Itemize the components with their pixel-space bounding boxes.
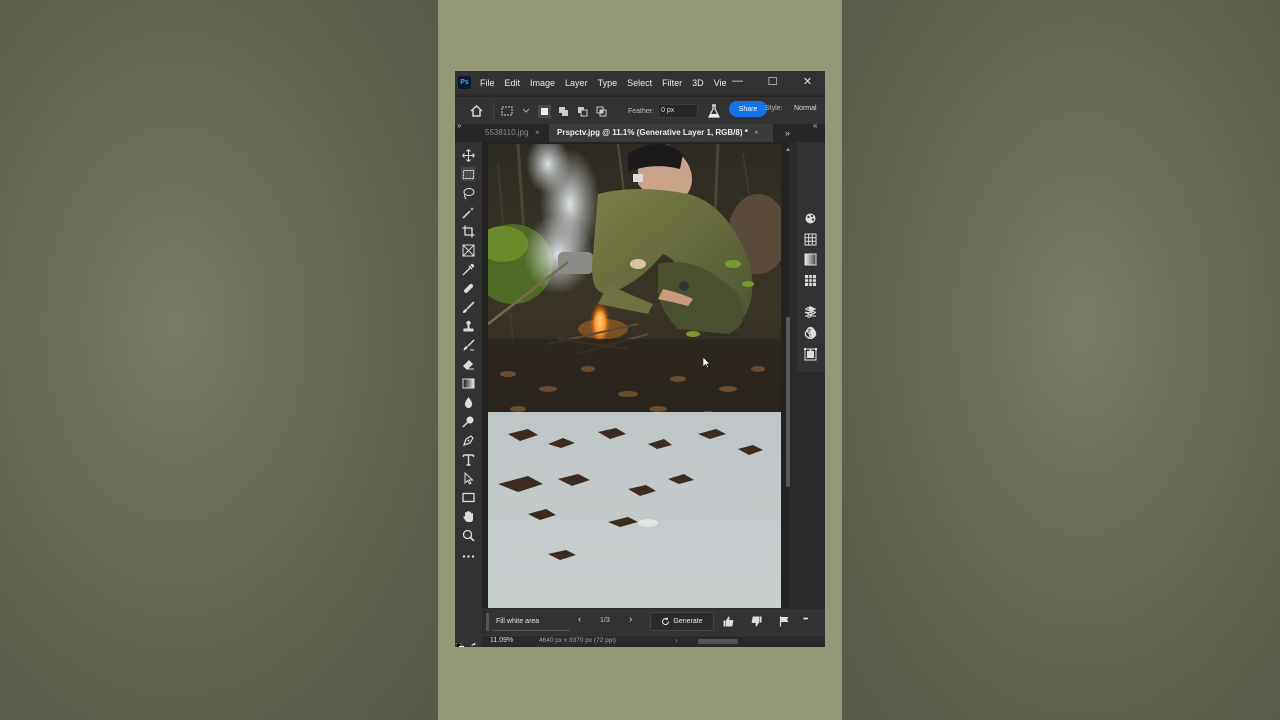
- photoshop-window: Ps File Edit Image Layer Type Select Fil…: [455, 71, 825, 647]
- more-options-icon[interactable]: •••: [803, 616, 808, 623]
- style-dropdown[interactable]: Normal: [794, 105, 817, 112]
- thumbs-down-icon[interactable]: [751, 616, 762, 627]
- home-icon[interactable]: [465, 105, 487, 117]
- scrollbar-thumb[interactable]: [786, 317, 790, 487]
- brush-tool-icon[interactable]: [461, 300, 475, 314]
- tab-active-document[interactable]: Prspctv.jpg @ 11.1% (Generative Layer 1,…: [549, 124, 773, 142]
- status-menu-arrow-icon[interactable]: ›: [675, 636, 678, 645]
- dodge-tool-icon[interactable]: [461, 414, 475, 428]
- new-selection-icon[interactable]: [538, 104, 551, 118]
- tab-inactive-document[interactable]: 5538110.jpg: [485, 124, 528, 142]
- rectangle-tool-icon[interactable]: [461, 490, 475, 504]
- clone-stamp-tool-icon[interactable]: [461, 319, 475, 333]
- share-button[interactable]: Share: [729, 101, 767, 117]
- report-flag-icon[interactable]: [779, 616, 790, 627]
- scroll-up-icon[interactable]: ▲: [785, 147, 791, 153]
- status-bar: 11.09% 4640 px x 8370 px (72 ppi) ›: [482, 635, 825, 647]
- move-tool-icon[interactable]: [461, 148, 475, 162]
- subtract-selection-icon[interactable]: [576, 105, 589, 118]
- photo-canvas-image[interactable]: [488, 144, 781, 608]
- style-label: Style:: [765, 105, 783, 112]
- feather-label: Feather:: [628, 107, 655, 115]
- gradients-icon[interactable]: [804, 253, 817, 266]
- background-left: [0, 0, 438, 720]
- menu-file[interactable]: File: [480, 78, 495, 88]
- photoshop-logo: Ps: [458, 76, 471, 89]
- menu-select[interactable]: Select: [627, 78, 652, 88]
- menu-3d[interactable]: 3D: [692, 78, 704, 88]
- eyedropper-tool-icon[interactable]: [461, 262, 475, 276]
- magic-wand-tool-icon[interactable]: [461, 205, 475, 219]
- horizontal-scrollbar-thumb[interactable]: [698, 639, 738, 644]
- type-tool-icon[interactable]: [461, 452, 475, 466]
- mouse-cursor-icon: [702, 356, 711, 369]
- document-tabs: 5538110.jpg × Prspctv.jpg @ 11.1% (Gener…: [455, 124, 825, 142]
- properties-icon[interactable]: [804, 306, 817, 319]
- maximize-button[interactable]: ☐: [755, 71, 790, 91]
- menu-bar: Ps File Edit Image Layer Type Select Fil…: [455, 71, 825, 94]
- close-tab-icon[interactable]: ×: [535, 124, 540, 142]
- blur-tool-icon[interactable]: [461, 395, 475, 409]
- menu-edit[interactable]: Edit: [505, 78, 521, 88]
- menu-layer[interactable]: Layer: [565, 78, 588, 88]
- crop-tool-icon[interactable]: [461, 224, 475, 238]
- vertical-scrollbar[interactable]: ▲: [785, 147, 791, 607]
- color-wheel-icon[interactable]: [804, 212, 817, 225]
- divider: [493, 103, 494, 119]
- path-selection-tool-icon[interactable]: [461, 471, 475, 485]
- next-variation-icon[interactable]: ›: [629, 614, 632, 625]
- generate-button[interactable]: Generate: [650, 612, 714, 631]
- thumbs-up-icon[interactable]: [723, 616, 734, 627]
- collapse-toolbar-icon[interactable]: »: [457, 121, 461, 130]
- close-button[interactable]: ✕: [790, 71, 825, 91]
- marquee-preset-icon[interactable]: [500, 105, 513, 118]
- flask-icon[interactable]: [708, 104, 721, 118]
- previous-variation-icon[interactable]: ‹: [578, 614, 581, 625]
- zoom-level[interactable]: 11.09%: [490, 637, 513, 644]
- generative-fill-bar: Fill white area ‹ 1/3 › Generate •••: [486, 609, 825, 635]
- document-size: 4640 px x 8370 px (72 ppi): [539, 637, 616, 644]
- window-controls: — ☐ ✕: [720, 71, 825, 91]
- generative-prompt-input[interactable]: Fill white area: [492, 614, 570, 631]
- variation-counter: 1/3: [600, 617, 610, 624]
- photo-scene: [488, 144, 781, 608]
- hand-tool-icon[interactable]: [461, 509, 475, 523]
- healing-brush-tool-icon[interactable]: [461, 281, 475, 295]
- adjustments-icon[interactable]: [804, 327, 817, 340]
- tools-panel: [455, 142, 482, 647]
- regenerate-icon: [662, 617, 670, 625]
- document-canvas[interactable]: [482, 142, 789, 608]
- libraries-icon[interactable]: [804, 348, 817, 361]
- add-selection-icon[interactable]: [557, 105, 570, 118]
- swap-colors-icon[interactable]: [471, 642, 479, 647]
- background-right: [842, 0, 1280, 720]
- frame-tool-icon[interactable]: [461, 243, 475, 257]
- swatches-icon[interactable]: [804, 233, 817, 246]
- close-active-tab-icon[interactable]: ×: [754, 124, 759, 142]
- chevron-down-icon[interactable]: [519, 105, 532, 118]
- menu-filter[interactable]: Filter: [662, 78, 682, 88]
- pen-tool-icon[interactable]: [461, 433, 475, 447]
- minimize-button[interactable]: —: [720, 71, 755, 91]
- more-tools-icon[interactable]: [461, 549, 475, 563]
- menu-type[interactable]: Type: [598, 78, 618, 88]
- menu-image[interactable]: Image: [530, 78, 555, 88]
- history-brush-tool-icon[interactable]: [461, 338, 475, 352]
- eraser-tool-icon[interactable]: [461, 357, 475, 371]
- zoom-tool-icon[interactable]: [461, 528, 475, 542]
- gradient-tool-icon[interactable]: [461, 376, 475, 390]
- marquee-tool-icon[interactable]: [461, 167, 475, 181]
- tabs-overflow-icon[interactable]: »: [785, 124, 790, 142]
- intersect-selection-icon[interactable]: [595, 105, 608, 118]
- generate-label: Generate: [673, 618, 703, 625]
- default-colors-icon[interactable]: [455, 642, 464, 647]
- lasso-tool-icon[interactable]: [461, 186, 475, 200]
- patterns-icon[interactable]: [804, 274, 817, 287]
- feather-input[interactable]: 0 px: [658, 104, 699, 118]
- collapse-panels-icon[interactable]: «: [813, 121, 817, 130]
- drag-handle[interactable]: [486, 613, 489, 631]
